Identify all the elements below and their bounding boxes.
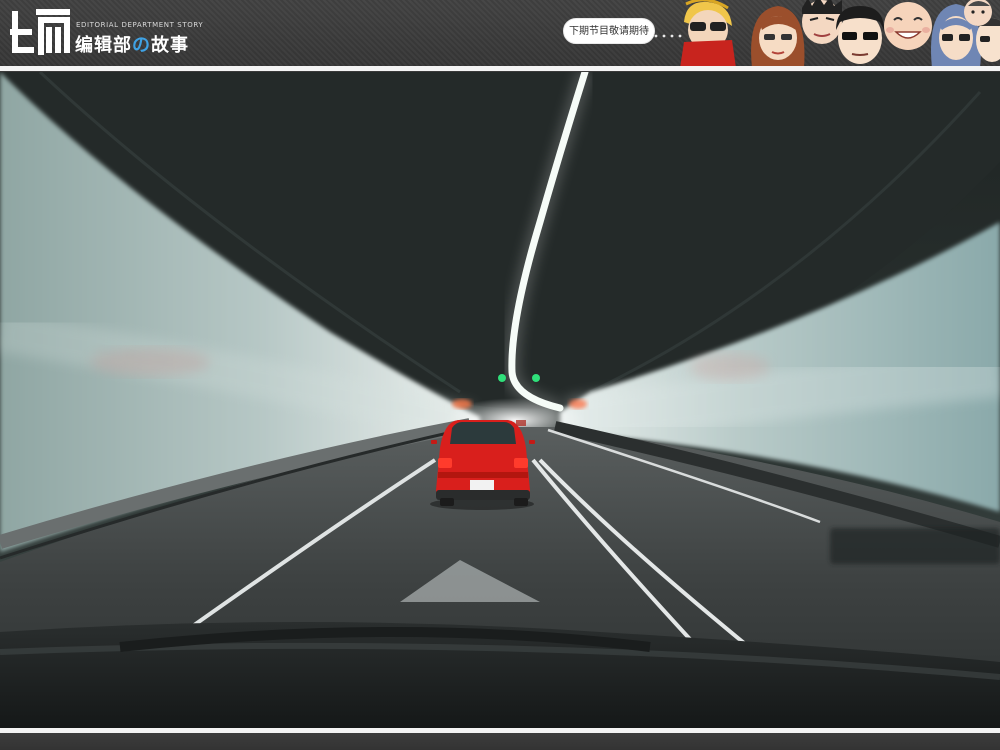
face-bald-smiling-icon [884, 2, 932, 50]
site-title-accent: の [132, 35, 151, 56]
site-title-part: 编辑部 [75, 35, 132, 56]
signal-light-icon [498, 374, 506, 382]
character-faces [680, 0, 1000, 68]
logo-icon[interactable] [9, 6, 71, 58]
face-spiky-hair-icon [802, 0, 842, 44]
speech-bubble: 下期节目敬请期待 [563, 18, 655, 44]
header-divider [0, 66, 1000, 71]
site-title-part: 故事 [151, 35, 189, 56]
site-footer [0, 733, 1000, 750]
face-brown-hair-glasses-icon [751, 6, 805, 68]
red-car [430, 420, 535, 510]
face-black-hair-glasses-icon [836, 6, 884, 64]
face-blonde-sunglasses-icon [680, 0, 736, 68]
site-title[interactable]: 编辑部の故事 [75, 31, 189, 57]
signal-light-icon [532, 374, 540, 382]
site-header: EDITORIAL DEPARTMENT STORY 编辑部の故事 下期节目敬请… [0, 0, 1000, 68]
tunnel-scene-image [0, 72, 1000, 728]
tunnel-photo [0, 72, 1000, 728]
logo-tagline: EDITORIAL DEPARTMENT STORY [76, 21, 204, 29]
